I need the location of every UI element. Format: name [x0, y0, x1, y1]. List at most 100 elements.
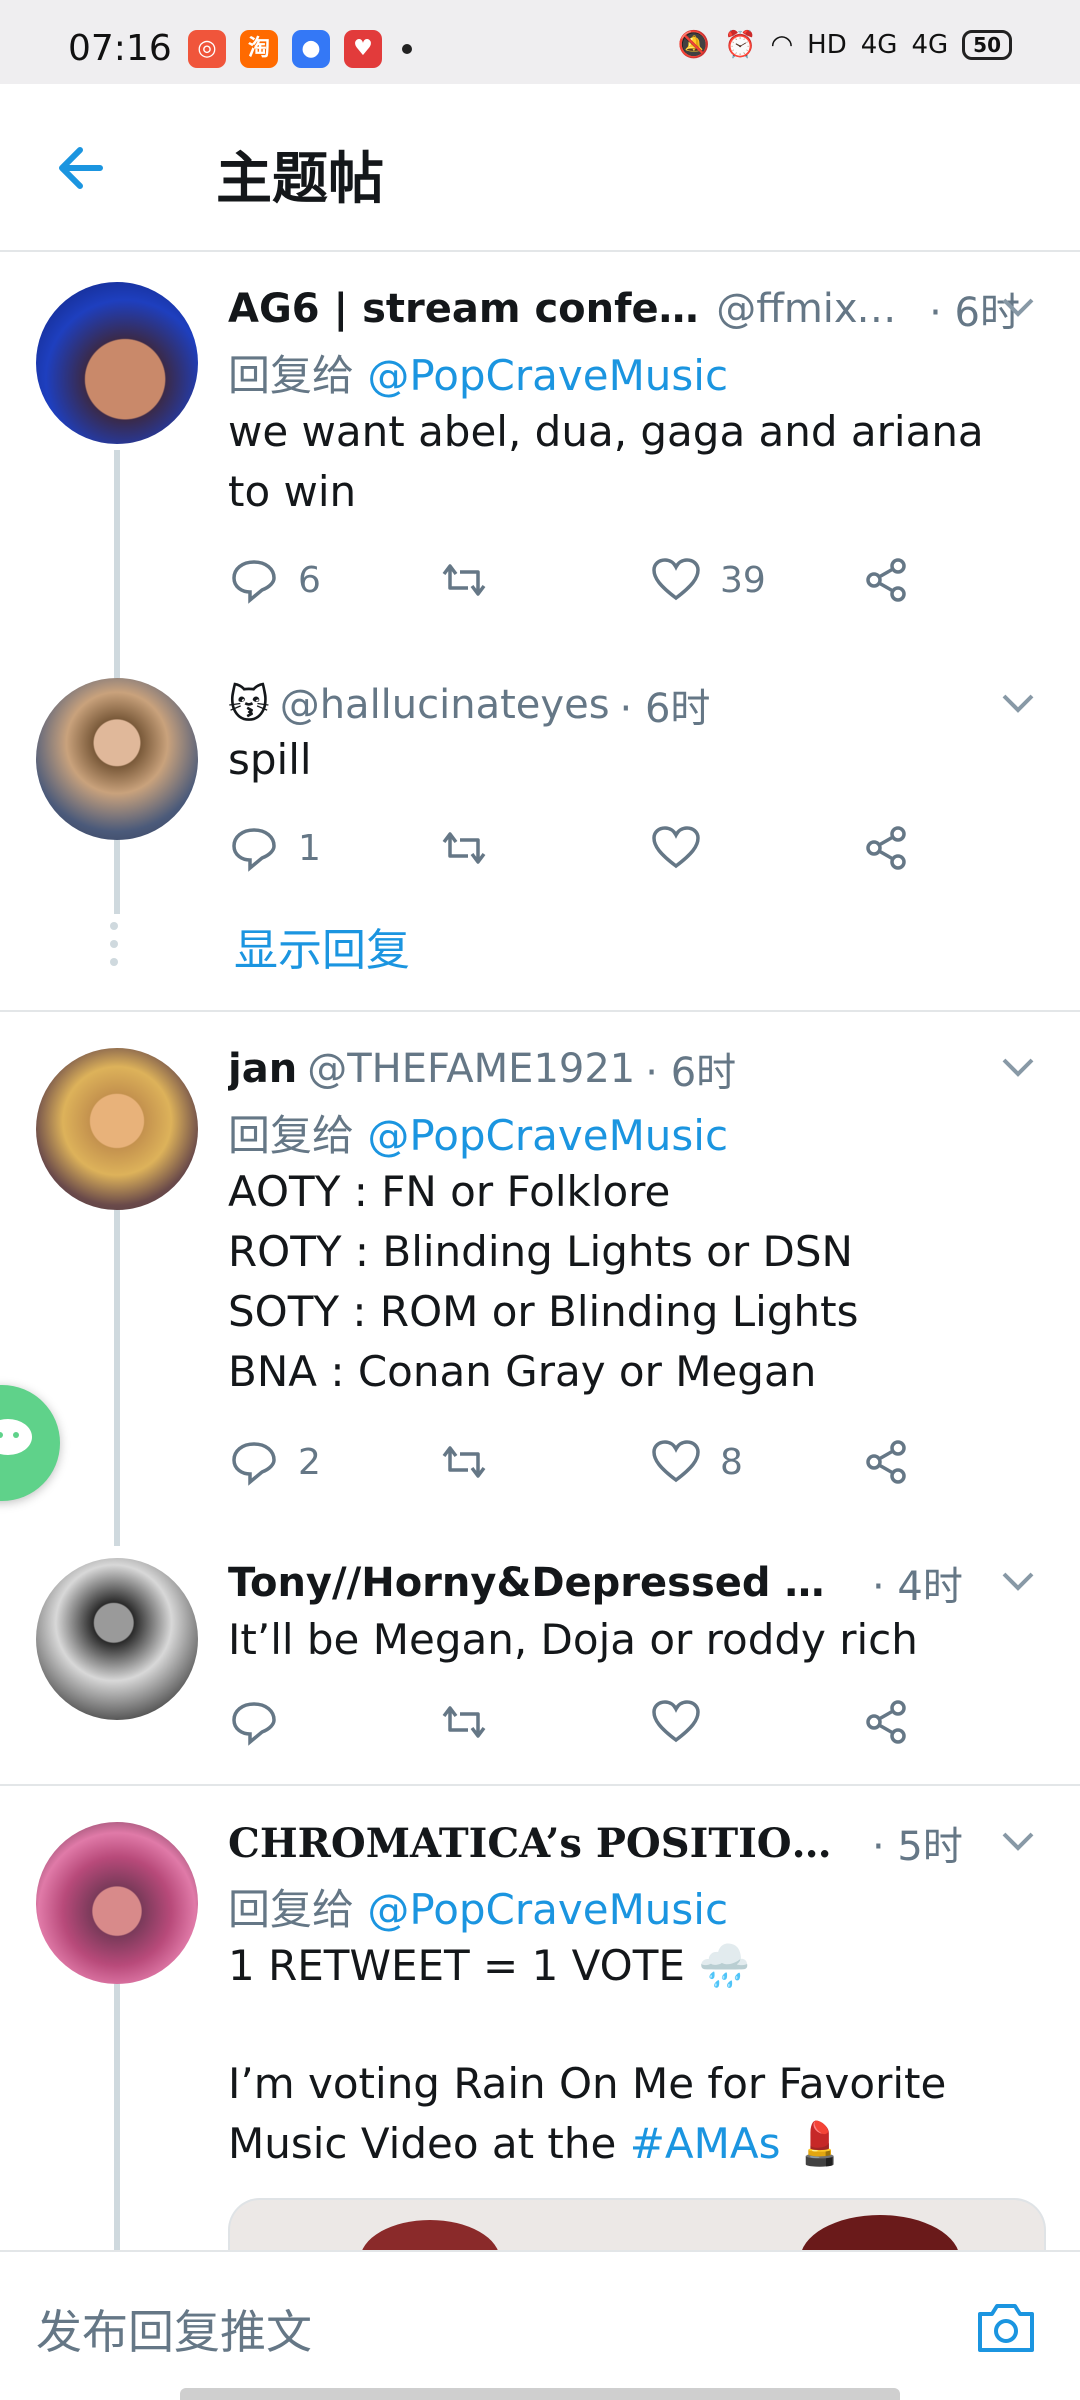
tweet-actions: 1 — [228, 822, 928, 882]
like-icon — [652, 1440, 700, 1483]
mute-icon: 🔕 — [677, 30, 711, 60]
camera-icon[interactable] — [974, 2296, 1038, 2360]
thread-line — [114, 842, 120, 914]
thread-line — [114, 1208, 120, 1546]
app-header: 主题帖 — [0, 84, 1080, 252]
hashtag-link[interactable]: #AMAs — [630, 2119, 781, 2168]
retweet-icon — [442, 832, 486, 864]
app-notification-icon: ◎ — [188, 30, 226, 68]
avatar[interactable] — [36, 678, 198, 840]
display-name[interactable]: jan — [228, 1046, 297, 1092]
reply-count: 2 — [298, 1441, 321, 1483]
tweet-text: spill — [228, 735, 312, 784]
retweet-button[interactable] — [438, 822, 490, 874]
tweet-time: · 6时 — [619, 686, 711, 732]
compose-bar: 发布回复推文 — [0, 2250, 1080, 2400]
reply-count: 1 — [298, 827, 321, 869]
tweet-time: · 6时 — [645, 1050, 737, 1096]
reply-icon — [232, 828, 276, 872]
user-handle[interactable]: @ffmixe… — [716, 286, 919, 332]
avatar[interactable] — [36, 1558, 198, 1720]
reply-button[interactable]: 6 — [228, 554, 321, 606]
more-notifications-icon — [402, 44, 412, 54]
display-name[interactable]: 😽 — [228, 682, 270, 728]
status-time: 07:16 — [68, 28, 172, 69]
display-name[interactable]: CHROMATICA’s POSITIONS … — [228, 1820, 848, 1867]
retweet-button[interactable] — [438, 554, 490, 606]
chevron-down-icon[interactable] — [996, 1818, 1040, 1862]
taobao-icon: 淘 — [240, 30, 278, 68]
retweet-icon — [442, 1706, 486, 1738]
like-button[interactable] — [650, 1696, 702, 1748]
wifi-icon: ◠ — [770, 30, 794, 60]
reply-button[interactable]: 2 — [228, 1436, 321, 1488]
status-app-icons: ◎ 淘 ● ♥ — [188, 30, 412, 68]
mention-link[interactable]: @PopCraveMusic — [367, 1885, 728, 1934]
reply-prefix: 回复给 — [228, 1111, 368, 1160]
reply-button[interactable] — [228, 1696, 280, 1748]
chevron-down-icon[interactable] — [996, 284, 1040, 328]
share-button[interactable] — [860, 1436, 912, 1488]
display-name[interactable]: Tony//Horny&Depressed era … — [228, 1560, 848, 1606]
retweet-icon — [442, 1446, 486, 1478]
reply-icon — [232, 1702, 276, 1746]
shopping-app-icon: ♥ — [344, 30, 382, 68]
share-button[interactable] — [860, 1696, 912, 1748]
back-arrow-icon[interactable] — [50, 136, 114, 200]
tweet-actions: 6 39 — [228, 554, 928, 614]
reply-context: 回复给 @PopCraveMusic — [228, 1102, 728, 1163]
chevron-down-icon[interactable] — [996, 1044, 1040, 1088]
divider — [0, 1010, 1080, 1012]
tweet-text: It’ll be Megan, Doja or roddy rich — [228, 1615, 918, 1664]
tweet-text: AOTY : FN or Folklore ROTY : Blinding Li… — [228, 1167, 859, 1396]
like-count: 39 — [720, 559, 766, 601]
tweet-header: AG6 | stream confetti @ffmixe… · 6时 — [228, 280, 1020, 338]
tweet-header: CHROMATICA’s POSITIONS … · 5时 — [228, 1814, 1020, 1872]
mention-link[interactable]: @PopCraveMusic — [367, 351, 728, 400]
chevron-down-icon[interactable] — [996, 1558, 1040, 1602]
show-replies-link[interactable]: 显示回复 — [234, 914, 410, 978]
like-icon — [652, 826, 700, 869]
tweet-actions: 2 8 — [228, 1436, 928, 1496]
tweet-text-body: I’m voting Rain On Me for Favorite Music… — [228, 2054, 1040, 2174]
tweet-header: jan @THEFAME1921 · 6时 — [228, 1040, 1020, 1098]
retweet-button[interactable] — [438, 1436, 490, 1488]
status-bar: 07:16 ◎ 淘 ● ♥ 🔕 ⏰ ◠ HD 4G 4G 50 — [0, 0, 1080, 84]
reply-button[interactable]: 1 — [228, 822, 321, 874]
share-icon — [866, 1700, 906, 1744]
tweet-text-line-1: 1 RETWEET = 1 VOTE 🌧️ — [228, 1941, 751, 1990]
signal-1-label: 4G — [860, 30, 898, 60]
avatar[interactable] — [36, 282, 198, 444]
tweet-text: we want abel, dua, gaga and ariana to wi… — [228, 407, 998, 516]
chevron-down-icon[interactable] — [996, 680, 1040, 724]
hd-label: HD — [807, 30, 847, 60]
status-indicators: 🔕 ⏰ ◠ HD 4G 4G 50 — [678, 30, 1012, 60]
reply-icon — [232, 560, 276, 604]
signal-2-label: 4G — [911, 30, 949, 60]
page-title: 主题帖 — [216, 147, 384, 212]
reply-compose-input[interactable]: 发布回复推文 — [36, 2296, 312, 2362]
thread-dots — [110, 922, 120, 966]
like-button[interactable]: 39 — [650, 554, 766, 606]
display-name[interactable]: AG6 | stream confetti — [228, 286, 706, 332]
share-button[interactable] — [860, 822, 912, 874]
reply-count: 6 — [298, 559, 321, 601]
like-icon — [652, 558, 700, 601]
user-handle[interactable]: @THEFAME1921 — [307, 1046, 635, 1092]
mention-link[interactable]: @PopCraveMusic — [367, 1111, 728, 1160]
tweet-text-line-2: I’m voting Rain On Me for Favorite Music… — [228, 2059, 960, 2168]
battery-icon: 50 — [962, 30, 1012, 60]
share-button[interactable] — [860, 554, 912, 606]
avatar[interactable] — [36, 1048, 198, 1210]
user-handle[interactable]: @hallucinateyes — [280, 682, 610, 728]
retweet-icon — [442, 564, 486, 596]
like-icon — [652, 1700, 700, 1743]
like-button[interactable]: 8 — [650, 1436, 743, 1488]
like-button[interactable] — [650, 822, 702, 874]
retweet-button[interactable] — [438, 1696, 490, 1748]
thread-line — [114, 1982, 120, 2282]
home-indicator — [180, 2388, 900, 2400]
avatar[interactable] — [36, 1822, 198, 1984]
alarm-icon: ⏰ — [724, 30, 757, 60]
floating-wechat-button[interactable] — [0, 1385, 60, 1501]
